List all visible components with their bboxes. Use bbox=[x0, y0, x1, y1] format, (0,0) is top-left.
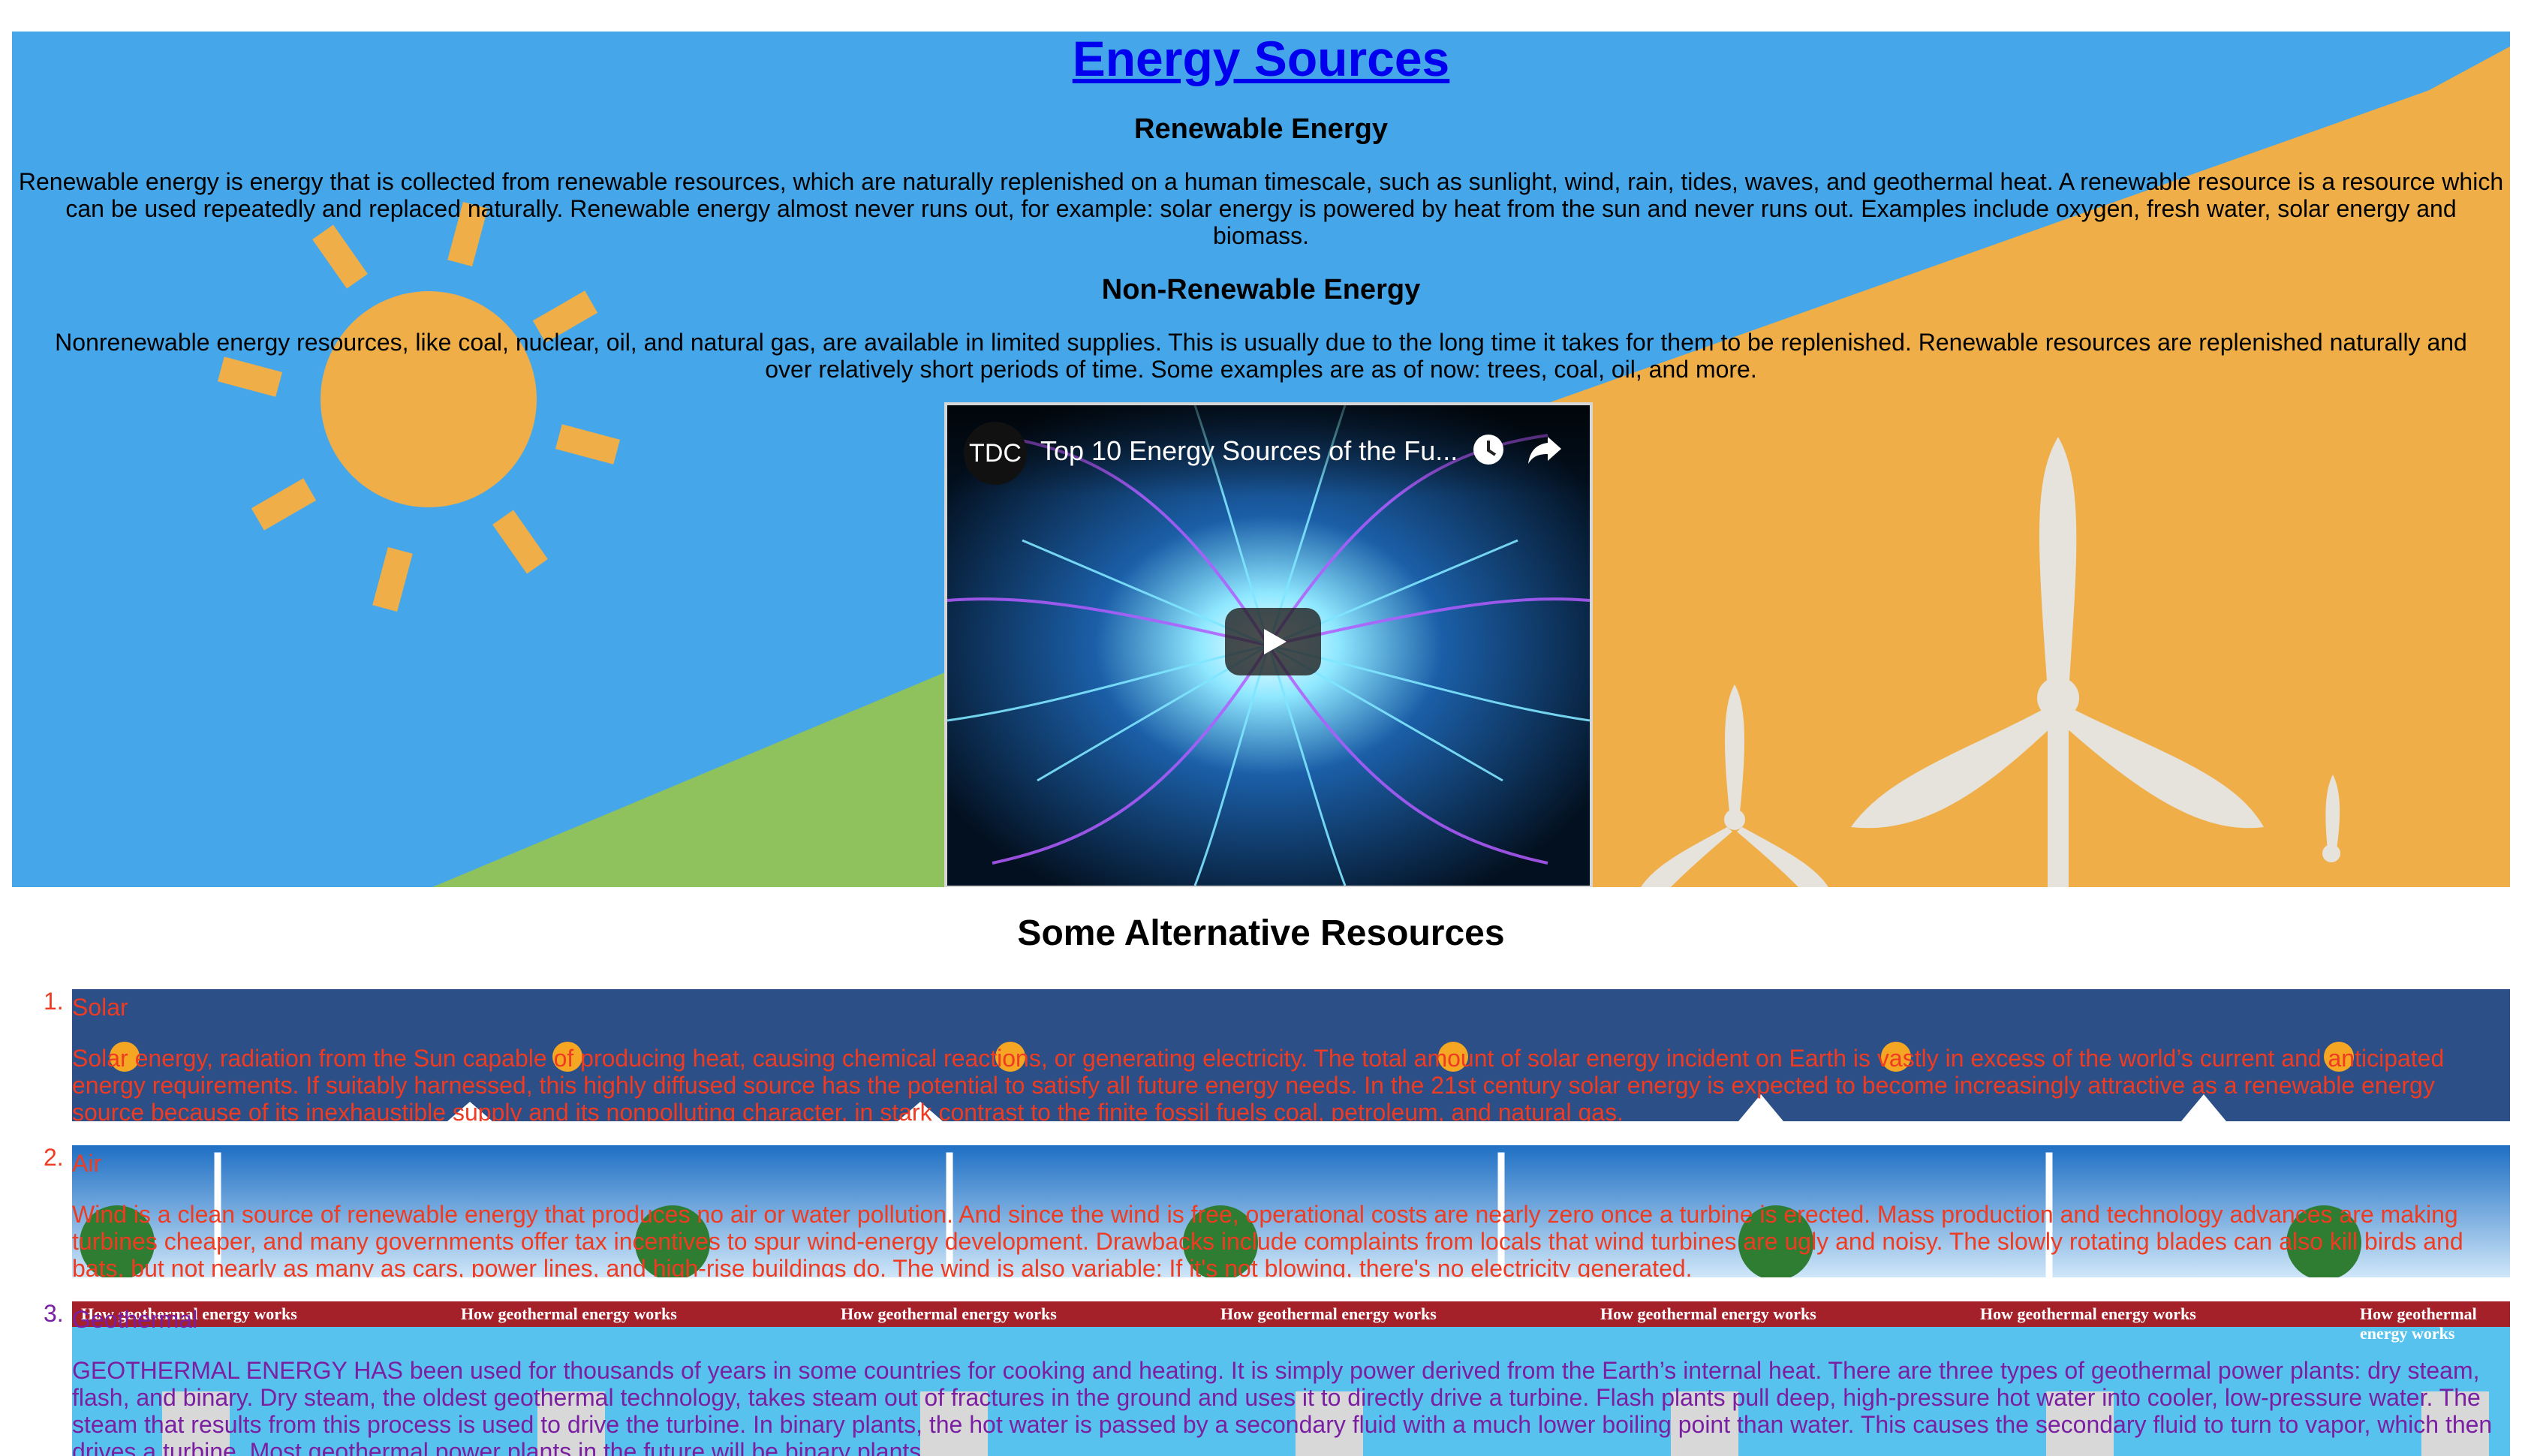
solar-description: Solar energy, radiation from the Sun cap… bbox=[72, 1045, 2445, 1121]
play-icon bbox=[1264, 629, 1287, 654]
geothermal-caption: How geothermal energy works bbox=[461, 1304, 677, 1323]
page-title: Energy Sources bbox=[12, 32, 2510, 86]
alternatives-heading: Some Alternative Resources bbox=[1017, 913, 1505, 953]
geothermal-description: GEOTHERMAL ENERGY HAS been used for thou… bbox=[72, 1357, 2493, 1456]
play-button[interactable] bbox=[1225, 608, 1321, 675]
geothermal-caption: How geothermal energy works bbox=[1980, 1304, 2196, 1323]
list-number: 2. bbox=[44, 1144, 64, 1171]
geothermal-name: Geothermal bbox=[72, 1306, 198, 1333]
solar-banner: Solar Solar energy, radiation from the S… bbox=[72, 989, 2510, 1121]
geothermal-caption: How geothermal energy works bbox=[841, 1304, 1057, 1323]
hero-section: Energy Sources Renewable Energy Renewabl… bbox=[12, 32, 2510, 887]
channel-avatar[interactable]: TDC bbox=[964, 422, 1027, 485]
geothermal-banner: How geothermal energy works How geotherm… bbox=[72, 1301, 2510, 1456]
geothermal-caption: How geothermal energy works bbox=[2360, 1304, 2477, 1343]
list-number: 1. bbox=[44, 988, 64, 1015]
geothermal-caption: How geothermal energy works bbox=[1600, 1304, 1816, 1323]
nonrenewable-heading: Non-Renewable Energy bbox=[1101, 274, 1421, 305]
page-title-link[interactable]: Energy Sources bbox=[1073, 32, 1450, 86]
renewable-heading: Renewable Energy bbox=[1134, 113, 1388, 145]
air-name: Air bbox=[72, 1150, 102, 1177]
geothermal-caption: How geothermal energy works bbox=[1220, 1304, 1437, 1323]
youtube-video-embed[interactable]: TDC Top 10 Energy Sources of the Fu... bbox=[944, 402, 1593, 887]
share-icon[interactable] bbox=[1522, 426, 1569, 473]
renewable-paragraph: Renewable energy is energy that is colle… bbox=[18, 168, 2504, 249]
video-title[interactable]: Top 10 Energy Sources of the Fu... bbox=[1040, 435, 1461, 467]
list-number: 3. bbox=[44, 1300, 64, 1327]
geothermal-caption-strip: How geothermal energy works How geotherm… bbox=[72, 1301, 2510, 1343]
nonrenewable-paragraph: Nonrenewable energy resources, like coal… bbox=[55, 329, 2467, 383]
air-description: Wind is a clean source of renewable ener… bbox=[72, 1201, 2463, 1277]
clock-icon[interactable] bbox=[1465, 426, 1512, 473]
air-banner: Air Wind is a clean source of renewable … bbox=[72, 1145, 2510, 1277]
hero-content: Energy Sources Renewable Energy Renewabl… bbox=[12, 32, 2510, 383]
solar-name: Solar bbox=[72, 994, 128, 1021]
